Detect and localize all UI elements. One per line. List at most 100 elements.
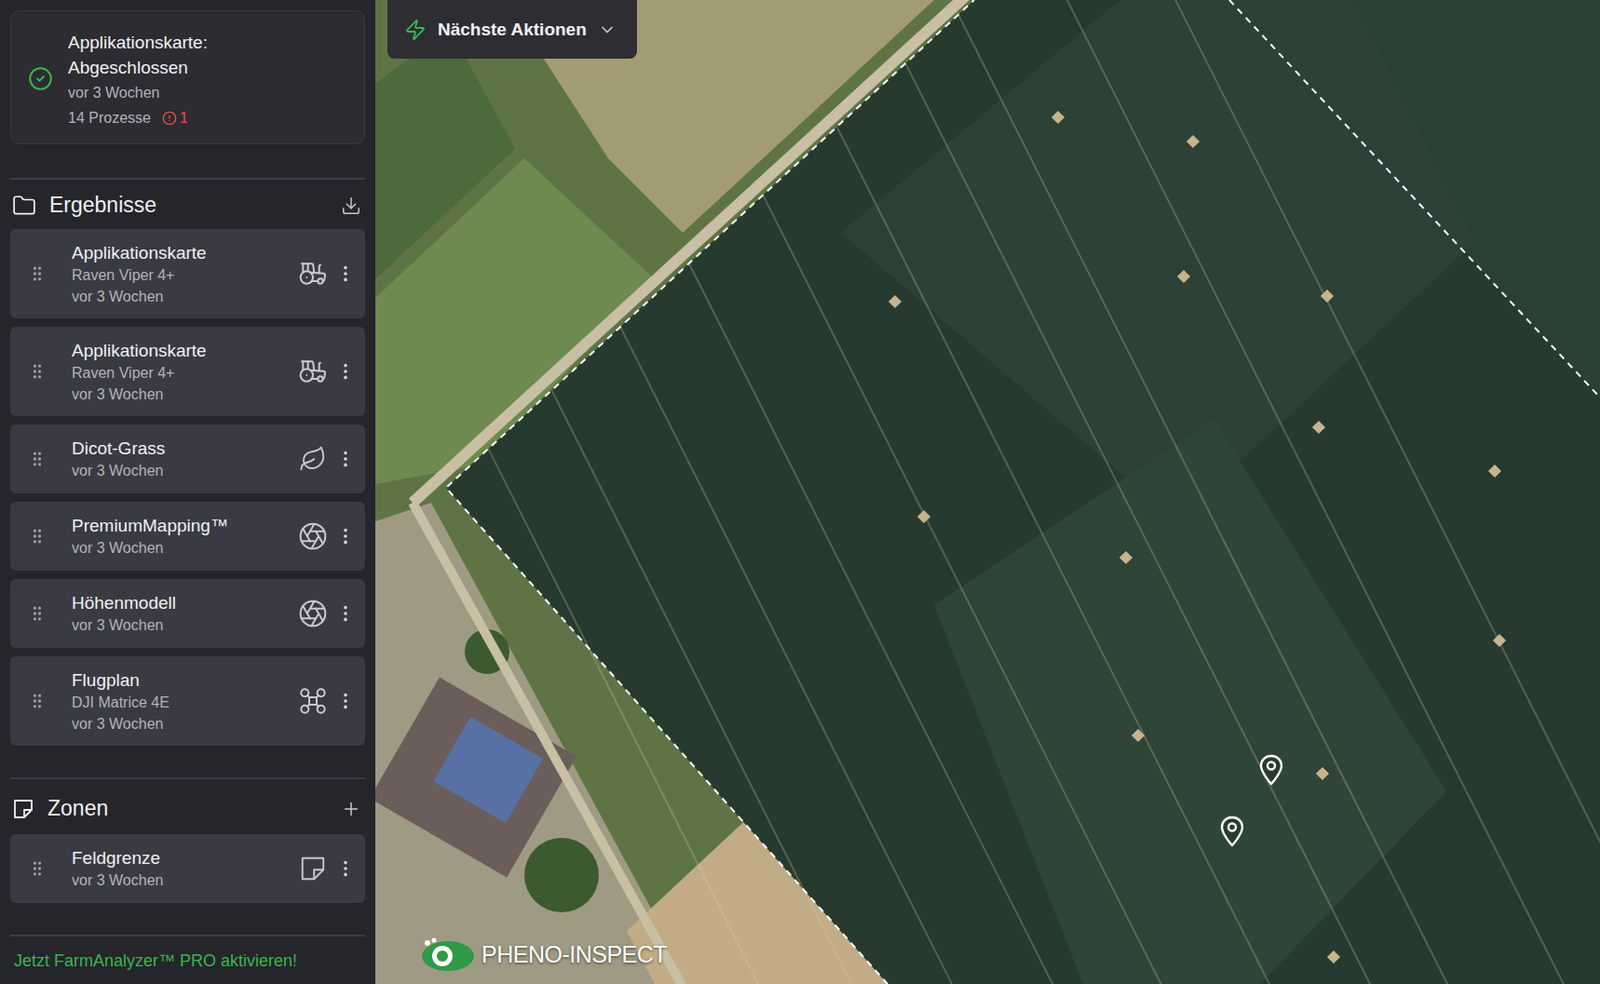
status-time: vor 3 Wochen — [67, 83, 301, 103]
item-menu-button[interactable] — [333, 448, 358, 470]
more-icon[interactable] — [335, 526, 356, 547]
chevron-down-icon — [597, 20, 617, 40]
results-title: Ergebnisse — [49, 192, 328, 218]
zones-icon — [12, 798, 35, 821]
item-menu-button[interactable] — [333, 603, 358, 624]
item-text: ApplikationskarteRaven Viper 4+vor 3 Woc… — [53, 241, 293, 308]
item-title: Applikationskarte — [71, 241, 293, 265]
result-item[interactable]: ApplikationskarteRaven Viper 4+vor 3 Woc… — [10, 229, 366, 319]
drag-handle[interactable] — [21, 604, 54, 624]
zone-icon — [298, 854, 327, 883]
aperture-icon — [298, 598, 328, 629]
plot-marker — [1315, 767, 1329, 781]
item-title: Flugplan — [71, 668, 293, 692]
logo-text: PHENO-INSPECT — [481, 941, 667, 969]
item-title: Feldgrenze — [71, 846, 293, 870]
item-type — [292, 686, 334, 717]
result-item[interactable]: Höhenmodellvor 3 Wochen — [10, 579, 366, 649]
item-menu-button[interactable] — [333, 526, 358, 547]
process-row: 14 Prozesse1 — [67, 109, 301, 127]
divider — [10, 177, 366, 180]
logo: PHENO-INSPECT — [416, 935, 667, 974]
plot-marker — [917, 510, 931, 524]
grip-icon[interactable] — [27, 859, 47, 879]
tractor-icon — [298, 258, 328, 289]
error-badge[interactable]: 1 — [162, 109, 189, 127]
next-actions-label: Nächste Aktionen — [437, 19, 587, 41]
more-icon[interactable] — [335, 361, 356, 382]
drag-handle[interactable] — [21, 691, 54, 711]
item-text: FlugplanDJI Matrice 4Evor 3 Wochen — [53, 668, 293, 735]
tramline — [551, 390, 1206, 984]
grip-icon[interactable] — [27, 604, 47, 624]
map-pin[interactable] — [1219, 815, 1246, 848]
drag-handle[interactable] — [21, 362, 54, 381]
tractor-icon — [298, 356, 328, 387]
plot-marker — [1320, 289, 1334, 303]
more-icon[interactable] — [335, 691, 356, 712]
item-subtitle: DJI Matrice 4E — [71, 692, 293, 714]
download-icon[interactable] — [340, 195, 362, 217]
drag-handle[interactable] — [21, 264, 54, 284]
result-item[interactable]: Dicot-Grassvor 3 Wochen — [10, 424, 366, 494]
more-icon[interactable] — [335, 858, 356, 880]
item-type — [292, 445, 334, 474]
aerial-map[interactable] — [375, 0, 1600, 984]
plot-marker — [1119, 551, 1133, 565]
item-menu-button[interactable] — [333, 691, 358, 712]
item-menu-button[interactable] — [333, 858, 358, 880]
tramline — [689, 263, 1343, 984]
drag-handle[interactable] — [21, 449, 54, 469]
plus-icon[interactable] — [340, 799, 362, 820]
item-subtitle: Raven Viper 4+ — [71, 363, 293, 384]
tramline — [488, 448, 1142, 984]
item-time: vor 3 Wochen — [71, 870, 293, 892]
divider — [10, 777, 366, 780]
drag-handle[interactable] — [21, 527, 54, 546]
item-type — [292, 258, 334, 289]
tramline — [1037, 0, 1600, 984]
item-menu-button[interactable] — [333, 361, 358, 382]
grip-icon[interactable] — [27, 449, 47, 469]
status-text: Applikationskarte: Abgeschlossenvor 3 Wo… — [67, 29, 301, 127]
grip-icon[interactable] — [27, 264, 47, 284]
grip-icon[interactable] — [27, 527, 47, 546]
more-icon[interactable] — [335, 448, 356, 470]
item-text: Höhenmodellvor 3 Wochen — [53, 591, 293, 637]
folder-icon — [12, 193, 37, 218]
status-card[interactable]: Applikationskarte: Abgeschlossenvor 3 Wo… — [10, 10, 366, 145]
divider — [10, 935, 366, 937]
plot-marker — [1327, 950, 1341, 964]
tramline — [620, 326, 1275, 984]
map-view[interactable]: Nächste Aktionen PHENO-INSPECT — [375, 0, 1600, 984]
item-title: PremiumMapping™ — [71, 514, 293, 538]
item-menu-button[interactable] — [333, 263, 358, 285]
map-pin-icon — [1219, 815, 1246, 848]
result-item[interactable]: ApplikationskarteRaven Viper 4+vor 3 Woc… — [10, 326, 366, 417]
next-actions-button[interactable]: Nächste Aktionen — [387, 0, 638, 59]
zone-item[interactable]: Feldgrenzevor 3 Wochen — [10, 834, 366, 904]
more-icon[interactable] — [335, 603, 356, 624]
aperture-icon — [298, 521, 328, 552]
alert-icon — [162, 110, 177, 126]
result-item[interactable]: FlugplanDJI Matrice 4Evor 3 Wochen — [10, 656, 366, 746]
error-count: 1 — [179, 109, 189, 127]
item-title: Höhenmodell — [71, 591, 293, 615]
zones-header: Zonen — [10, 779, 366, 835]
grip-icon[interactable] — [27, 691, 47, 711]
item-text: Dicot-Grassvor 3 Wochen — [53, 436, 293, 482]
plot-marker — [1186, 135, 1200, 149]
grip-icon[interactable] — [27, 362, 47, 381]
promo-link[interactable]: Jetzt FarmAnalyzer™ PRO aktivieren! — [10, 936, 366, 984]
plot-marker — [1312, 420, 1326, 434]
item-text: PremiumMapping™vor 3 Wochen — [53, 514, 293, 559]
result-item[interactable]: PremiumMapping™vor 3 Wochen — [10, 501, 366, 571]
item-time: vor 3 Wochen — [71, 461, 293, 482]
item-type — [292, 356, 334, 387]
more-icon[interactable] — [335, 263, 356, 285]
drag-handle[interactable] — [21, 859, 54, 879]
sidebar-footer: Jetzt FarmAnalyzer™ PRO aktivieren! — [10, 935, 366, 984]
item-text: Feldgrenzevor 3 Wochen — [53, 846, 293, 892]
item-time: vor 3 Wochen — [71, 286, 293, 308]
map-pin[interactable] — [1258, 754, 1285, 787]
